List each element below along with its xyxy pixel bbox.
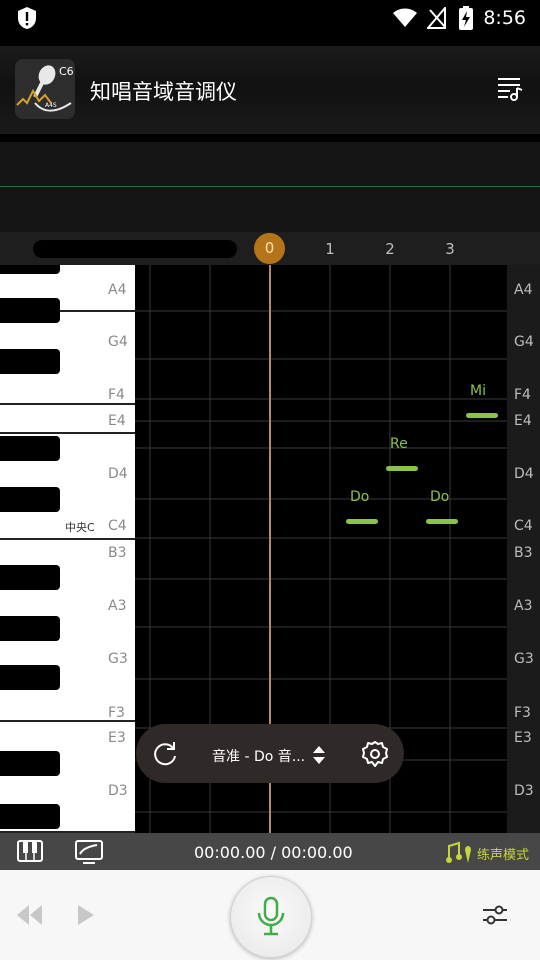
pitch-label: D4 xyxy=(514,466,534,482)
piano-black-key[interactable] xyxy=(0,804,60,829)
note-bar xyxy=(386,466,418,471)
equalizer-settings-icon[interactable] xyxy=(482,903,508,927)
no-signal-icon xyxy=(427,7,446,29)
svg-text:A4S: A4S xyxy=(45,102,57,109)
piano-black-key[interactable] xyxy=(0,565,60,590)
pitch-label: G3 xyxy=(514,651,534,667)
piano-key-divider xyxy=(0,538,135,540)
note-bar xyxy=(466,413,498,418)
play-icon[interactable] xyxy=(76,903,96,927)
piano-key-divider xyxy=(0,403,135,405)
piano-key-label: F4 xyxy=(108,387,125,403)
piano-black-key[interactable] xyxy=(0,436,60,461)
timeline-tick: 1 xyxy=(325,240,335,258)
note-bar xyxy=(346,519,378,524)
playlist-music-icon[interactable] xyxy=(496,76,524,102)
piano-key-label: A3 xyxy=(108,598,127,614)
piano-black-key[interactable] xyxy=(0,298,60,323)
pitch-label: F4 xyxy=(514,387,531,403)
screen-cast-icon[interactable] xyxy=(75,840,103,864)
piano-key-label: A4 xyxy=(108,282,127,298)
pitch-label: B3 xyxy=(514,545,533,561)
timeline-tick: 3 xyxy=(445,240,455,258)
piano-key-label: G4 xyxy=(108,334,128,350)
middle-c-label: 中央C xyxy=(65,521,95,534)
piano-key-divider xyxy=(0,432,135,434)
piano-black-key[interactable] xyxy=(0,487,60,512)
piano-black-key[interactable] xyxy=(0,751,60,776)
piano-black-key[interactable] xyxy=(0,265,60,274)
wifi-icon xyxy=(393,8,417,27)
record-microphone-button[interactable] xyxy=(230,876,312,958)
piano-black-key[interactable] xyxy=(0,665,60,690)
piano-key-label: C4 xyxy=(108,518,127,534)
note-label: Do xyxy=(430,489,450,505)
piano-key-label: D3 xyxy=(108,783,128,799)
app-logo: C6 A4S xyxy=(15,59,75,119)
app-header xyxy=(0,46,540,134)
playback-timecode: 00:00.00 / 00:00.00 xyxy=(194,843,353,862)
piano-keys-icon[interactable] xyxy=(17,840,43,862)
pitch-label: E4 xyxy=(514,413,532,429)
pitch-label: D3 xyxy=(514,783,534,799)
pitch-label: E3 xyxy=(514,730,532,746)
waveform-baseline xyxy=(0,186,540,187)
svg-text:C6: C6 xyxy=(59,65,74,78)
gear-icon[interactable] xyxy=(361,740,389,768)
practice-mode-button[interactable]: 练声模式 xyxy=(477,844,529,863)
piano-key-label: D4 xyxy=(108,466,128,482)
microphone-logo-icon: C6 A4S xyxy=(15,59,75,119)
app-title: 知唱音域音调仪 xyxy=(90,80,237,104)
piano-key-label: G3 xyxy=(108,651,128,667)
piano-black-key[interactable] xyxy=(0,349,60,374)
piano-key-label: B3 xyxy=(108,545,127,561)
playhead-marker[interactable]: 0 xyxy=(254,233,285,264)
piano-key-label: E4 xyxy=(108,413,126,429)
pitch-mode-select[interactable]: 音准 - Do 音... xyxy=(212,746,305,766)
microphone-icon xyxy=(257,896,285,936)
pitch-label: C4 xyxy=(514,518,533,534)
piano-black-key[interactable] xyxy=(0,616,60,641)
status-bar: 8:56 xyxy=(0,0,540,36)
vocal-practice-icon[interactable] xyxy=(446,840,472,864)
timeline-scrollbar[interactable] xyxy=(33,240,237,258)
note-label: Mi xyxy=(470,383,486,399)
updown-arrow-icon[interactable] xyxy=(312,745,326,765)
piano-key-label: E3 xyxy=(108,730,126,746)
timeline-tick: 2 xyxy=(385,240,395,258)
pitch-label: G4 xyxy=(514,334,534,350)
pitch-label: A4 xyxy=(514,282,533,298)
note-label: Re xyxy=(390,436,408,452)
note-label: Do xyxy=(350,489,370,505)
note-bar xyxy=(426,519,458,524)
rewind-icon[interactable] xyxy=(15,903,43,927)
pitch-label: F3 xyxy=(514,705,531,721)
battery-charging-icon xyxy=(459,6,473,30)
shield-alert-icon xyxy=(18,7,36,29)
status-time: 8:56 xyxy=(483,7,526,29)
piano-key-label: F3 xyxy=(108,705,125,721)
pitch-label: A3 xyxy=(514,598,533,614)
waveform-panel xyxy=(0,142,540,232)
refresh-icon[interactable] xyxy=(151,740,179,768)
